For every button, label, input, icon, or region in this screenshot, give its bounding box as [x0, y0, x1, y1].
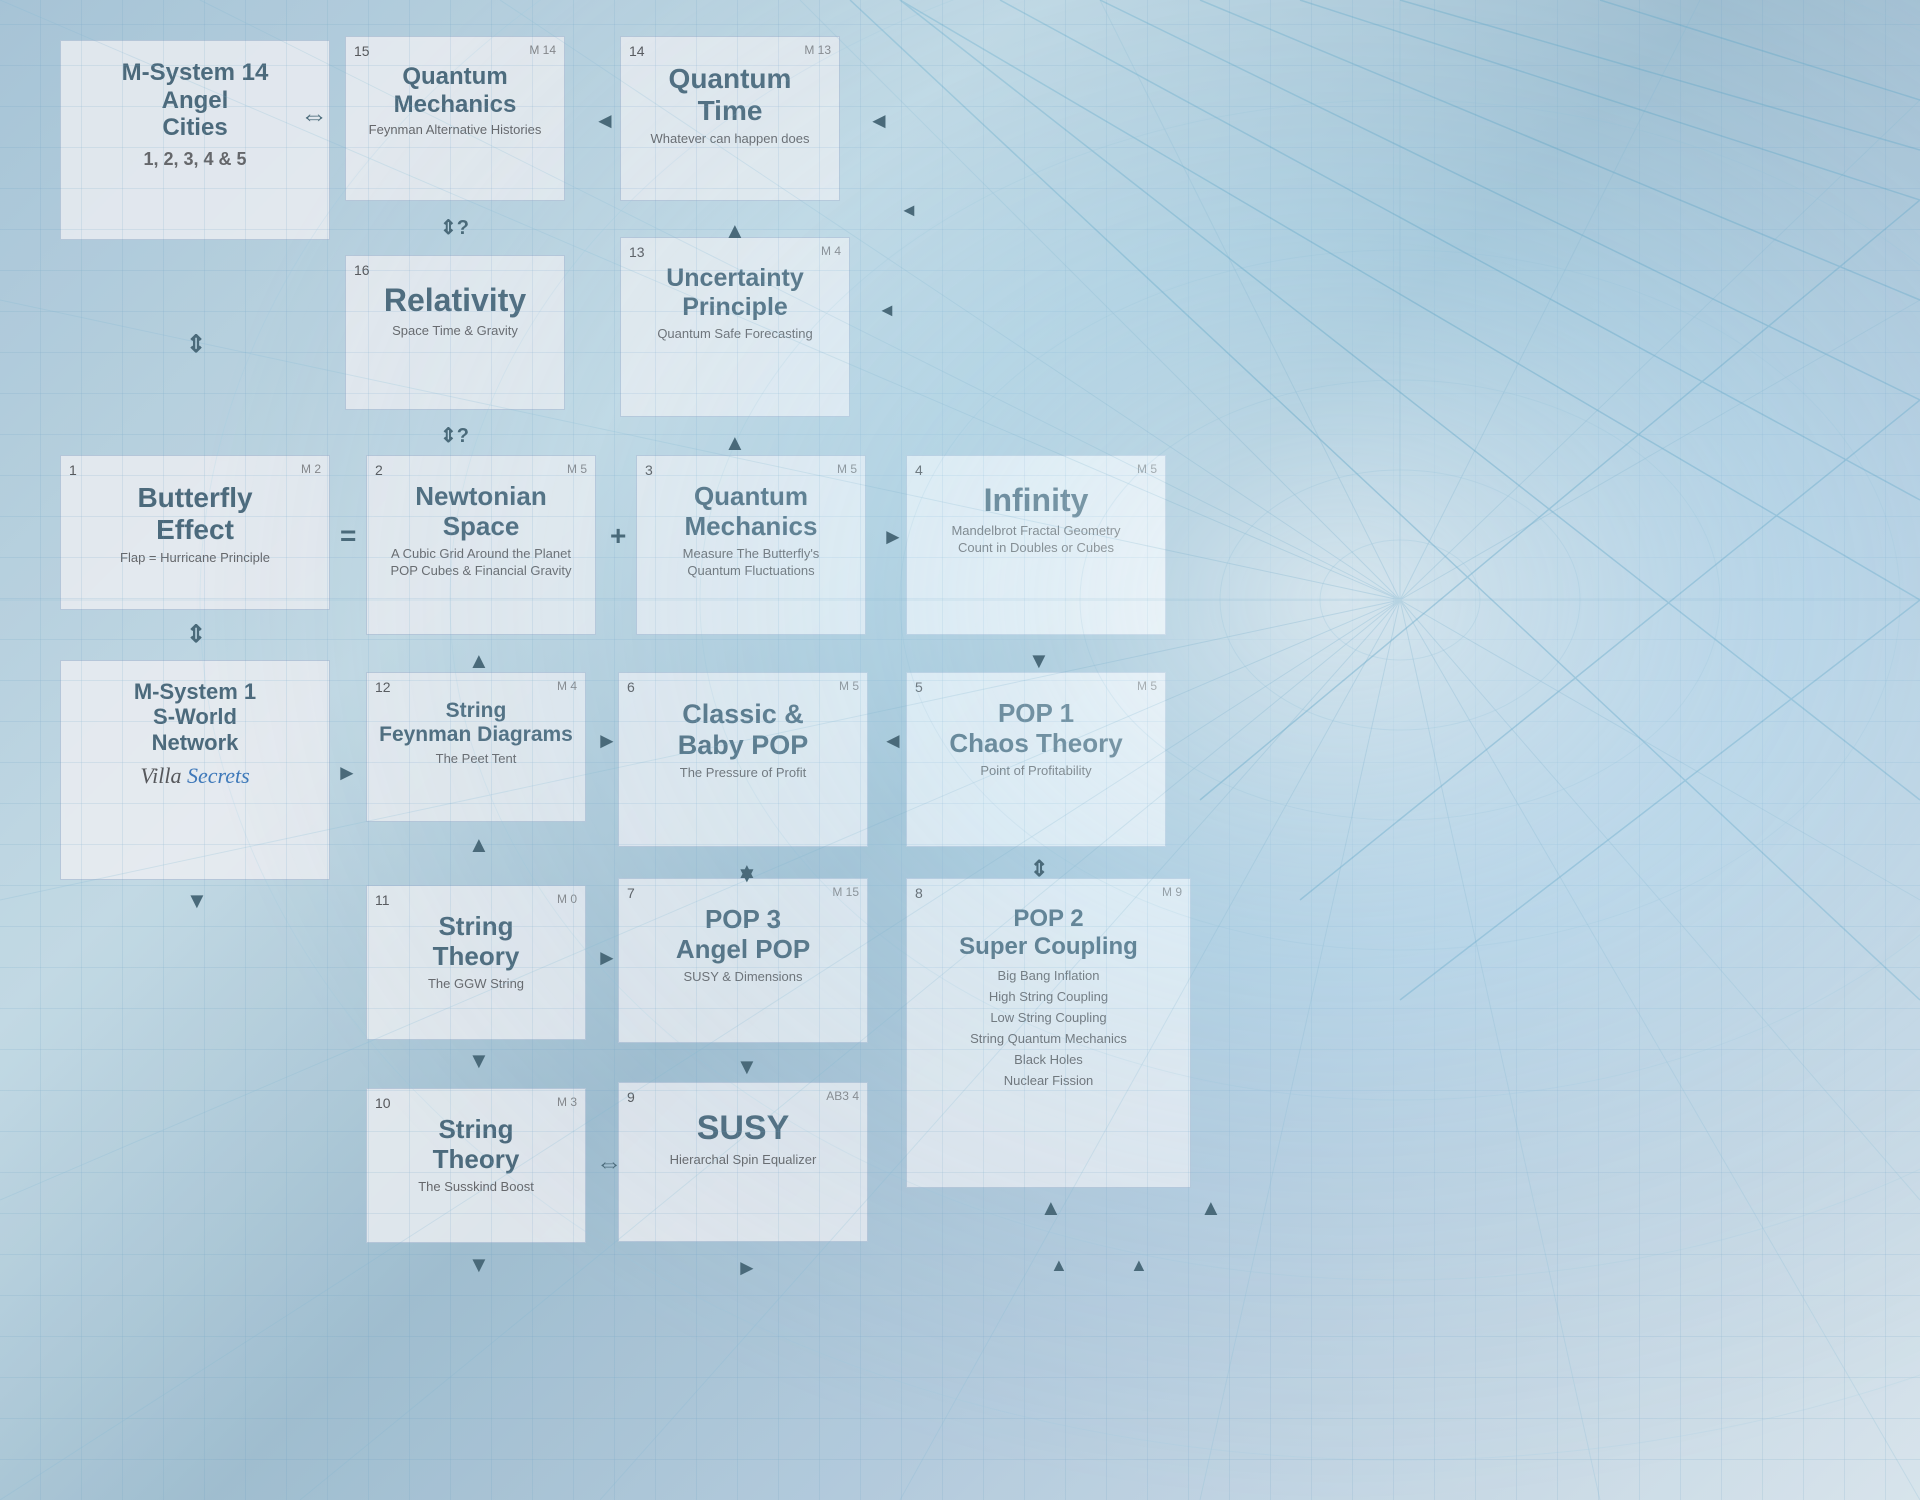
sym-tri-up-8b: ▲: [1200, 1195, 1222, 1221]
sym-right-1: ►: [882, 524, 904, 550]
sym-tri-down-1: ▼: [1028, 648, 1050, 674]
sym-left-5-6: ◄: [882, 728, 904, 754]
sym-tri-up-8: ▲: [1040, 1195, 1062, 1221]
sym-double-v-2: ⇕: [186, 620, 206, 649]
sym-double-v-q-2: ⇕?: [440, 423, 469, 448]
sym-double-v-q-1: ⇕?: [440, 215, 469, 240]
sym-right-11-7: ►: [596, 945, 618, 971]
sym-tri-up-br2: ▲: [1130, 1255, 1148, 1276]
sym-double-v-1: ⇕: [186, 330, 206, 359]
sym-tri-up-3: ▲: [468, 648, 490, 674]
sym-tri-down-10: ▼: [468, 1252, 490, 1278]
sym-tri-up-2: ▲: [724, 430, 746, 456]
sym-tri-down-11: ▼: [468, 1048, 490, 1074]
sym-double-h-10-9: ⇔: [596, 1148, 622, 1179]
sym-left-far-1: ◄: [900, 200, 918, 221]
sym-double-h-1: ⇔: [300, 100, 328, 132]
sym-tri-down-7: ▼: [736, 1054, 758, 1080]
background-vortex: [0, 0, 1920, 1500]
sym-equals: =: [340, 520, 356, 552]
sym-tri-up-1: ▲: [724, 218, 746, 244]
sym-left-2: ◄: [868, 108, 890, 134]
sym-right-9: ►: [736, 1255, 758, 1281]
sym-left-3: ◄: [878, 300, 896, 321]
sym-right-12-6: ►: [596, 728, 618, 754]
sym-plus: +: [610, 520, 626, 552]
sym-tri-up-12: ▲: [468, 832, 490, 858]
sym-tri-up-br: ▲: [1050, 1255, 1068, 1276]
sym-right-msys1: ►: [336, 760, 358, 786]
sym-tri-down-msys1: ▼: [186, 888, 208, 914]
sym-double-v-5: ⇕: [1030, 856, 1048, 882]
sym-tri-down-6b: ▼: [736, 862, 758, 888]
sym-left-1: ◄: [594, 108, 616, 134]
